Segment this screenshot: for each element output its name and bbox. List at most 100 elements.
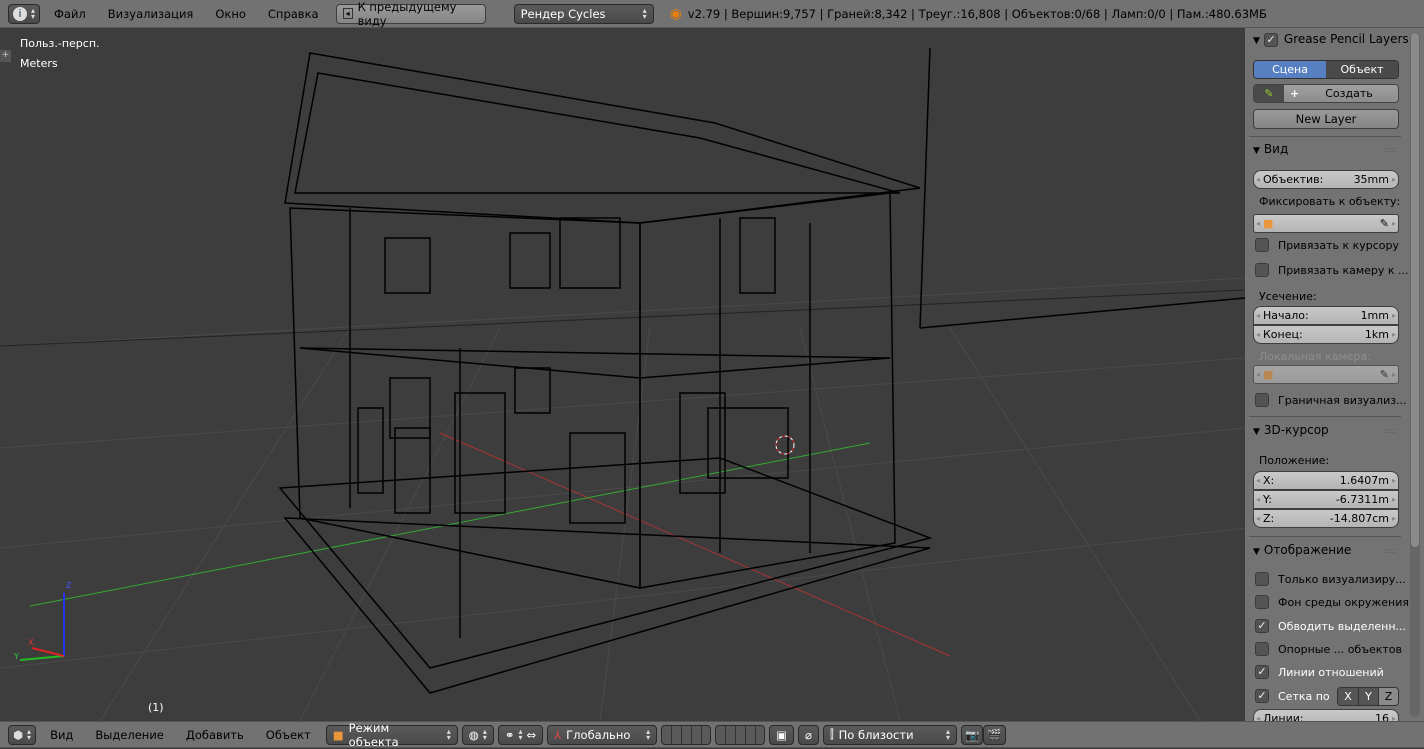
drag-handle-icon[interactable]: ::::	[1385, 546, 1396, 555]
clip-start-field[interactable]: Начало: 1mm	[1253, 306, 1399, 325]
only-render-checkbox[interactable]: Только визуализиру...	[1255, 572, 1406, 586]
y-value: -6.7311m	[1335, 493, 1389, 506]
lines-value: 16	[1375, 712, 1389, 721]
cube-icon: ■	[332, 727, 344, 742]
orientation-label: Глобально	[566, 727, 631, 742]
menu-add[interactable]: Добавить	[186, 728, 244, 742]
scene-layers-1[interactable]	[661, 724, 712, 745]
mode-label: Режим объекта	[348, 720, 399, 749]
menu-view[interactable]: Вид	[50, 728, 73, 742]
relationship-lines-checkbox[interactable]: ✓ Линии отношений	[1255, 665, 1384, 679]
3d-cursor-icon	[775, 435, 795, 455]
view-section-header[interactable]: ▼ Вид	[1253, 142, 1288, 156]
back-icon: ◂	[342, 8, 353, 19]
grease-pencil-checkbox[interactable]: ✓	[1263, 32, 1278, 47]
editor-type-button[interactable]: i ▴ ▾	[8, 3, 41, 24]
cube-icon: ■	[1263, 217, 1274, 230]
lens-field[interactable]: Объектив: 35mm	[1253, 170, 1399, 189]
tab-object[interactable]: Объект	[1326, 61, 1398, 78]
lock-cursor-checkbox[interactable]: Привязать к курсору	[1255, 238, 1399, 252]
lock-camera-checkbox[interactable]: Привязать камеру к ...	[1255, 263, 1409, 277]
viewport-scene	[0, 47, 1245, 721]
clip-end-label: Конец:	[1263, 328, 1303, 341]
cursor-section-title: 3D-курсор	[1263, 423, 1329, 437]
view-name-label: Польз.-персп.	[20, 37, 100, 50]
manipulator-icon[interactable]: ⇔	[527, 728, 537, 742]
x-label: X:	[1263, 474, 1275, 487]
editor-type-button[interactable]: ⬢ ▴ ▾	[8, 724, 37, 745]
lock-camera-label: Привязать камеру к ...	[1278, 263, 1409, 277]
display-section-header[interactable]: ▼ Отображение	[1253, 543, 1351, 557]
opengl-render-animation-button[interactable]: 🎬	[983, 724, 1006, 745]
create-label: Создать	[1325, 87, 1373, 100]
local-camera-field: ■✎	[1253, 365, 1399, 384]
outline-selected-checkbox[interactable]: ✓ Обводить выделенн...	[1255, 619, 1406, 633]
lens-label: Объектив:	[1263, 173, 1324, 186]
axis-z-toggle[interactable]: Z	[1378, 688, 1398, 705]
render-border-checkbox[interactable]: Граничная визуализ...	[1255, 393, 1407, 407]
scrollbar-thumb[interactable]	[1410, 32, 1420, 548]
world-bg-label: Фон среды окружения	[1278, 595, 1409, 609]
3d-viewport[interactable]: Польз.-персп. Meters (1) Z X Y +	[0, 28, 1245, 721]
cursor-x-field[interactable]: X: 1.6407m	[1253, 471, 1399, 490]
all-origins-checkbox[interactable]: Опорные ... объектов	[1255, 642, 1402, 656]
lock-camera-icon[interactable]: ▣	[769, 724, 795, 745]
z-label: Z:	[1263, 512, 1275, 525]
cursor-section-header[interactable]: ▼ 3D-курсор	[1253, 423, 1329, 437]
drag-handle-icon[interactable]: ::::	[1385, 426, 1396, 435]
axis-x-toggle[interactable]: X	[1338, 688, 1358, 705]
scene-stats: v2.79 | Вершин:9,757 | Граней:8,342 | Тр…	[687, 6, 1267, 21]
clip-start-label: Начало:	[1263, 309, 1309, 322]
menu-window[interactable]: Окно	[215, 7, 246, 21]
lock-cursor-label: Привязать к курсору	[1278, 238, 1400, 252]
horizon-line	[0, 289, 1245, 347]
scene-layers-2[interactable]	[715, 724, 766, 745]
grease-pencil-header[interactable]: ▼ ✓ Grease Pencil Layers	[1253, 32, 1409, 47]
menu-select[interactable]: Выделение	[95, 728, 164, 742]
transform-orientation-select[interactable]: ⅄ Глобально ▴ ▾	[547, 724, 658, 745]
create-button[interactable]: + Создать	[1284, 85, 1398, 102]
eyedropper-icon[interactable]: ✎	[1380, 217, 1389, 230]
grid-floor-checkbox[interactable]: ✓ Сетка по	[1255, 689, 1330, 703]
units-label: Meters	[20, 57, 58, 70]
drag-handle-icon[interactable]: ::::	[1385, 145, 1396, 154]
back-label: К предыдущему виду	[357, 0, 457, 28]
tab-scene[interactable]: Сцена	[1254, 61, 1326, 78]
menu-object[interactable]: Объект	[266, 728, 311, 742]
y-label: Y:	[1263, 493, 1272, 506]
new-layer-button[interactable]: New Layer	[1253, 109, 1399, 129]
info-icon: i	[13, 6, 27, 21]
view-section-title: Вид	[1263, 142, 1289, 156]
pencil-icon[interactable]: ✎	[1254, 85, 1284, 102]
cursor-z-field[interactable]: Z: -14.807cm	[1253, 509, 1399, 528]
opengl-render-image-button[interactable]: 📷	[960, 724, 984, 745]
clip-end-field[interactable]: Конец: 1km	[1253, 325, 1399, 344]
clip-label: Усечение:	[1259, 290, 1317, 303]
eyedropper-icon: ✎	[1379, 368, 1389, 381]
toolshelf-toggle[interactable]: +	[0, 50, 11, 62]
outline-label: Обводить выделенн...	[1278, 619, 1407, 633]
properties-sidebar: ▼ ✓ Grease Pencil Layers Сцена Объект ✎ + С…	[1245, 28, 1424, 721]
gizmo-x-label: X	[28, 638, 34, 647]
display-section-title: Отображение	[1263, 543, 1352, 557]
menu-file[interactable]: Файл	[54, 7, 86, 21]
grid-lines-field[interactable]: Линии: 16	[1253, 709, 1399, 721]
menu-help[interactable]: Справка	[268, 7, 319, 21]
snap-element-select[interactable]: ⫿ По близости ▴ ▾	[822, 724, 957, 745]
pivot-select[interactable]: ⚭ ▴ ▾ ⇔	[497, 724, 544, 745]
floor-grid	[0, 277, 1245, 721]
cursor-y-field[interactable]: Y: -6.7311m	[1253, 490, 1399, 509]
local-camera-label: Локальная камера:	[1259, 350, 1371, 363]
mode-select[interactable]: ■ Режим объекта ▴ ▾	[325, 721, 458, 749]
render-engine-select[interactable]: Рендер Cycles ▴ ▾	[513, 3, 654, 24]
lock-object-field[interactable]: ■✎	[1253, 214, 1399, 233]
lines-label: Линии:	[1263, 712, 1304, 721]
3d-view-header: ⬢ ▴ ▾ Вид Выделение Добавить Объект ■ Режим…	[0, 721, 1424, 749]
menu-render[interactable]: Визуализация	[108, 7, 194, 21]
grease-pencil-title: Grease Pencil Layers	[1283, 32, 1409, 46]
axis-y-toggle[interactable]: Y	[1358, 688, 1378, 705]
world-bg-checkbox[interactable]: Фон среды окружения	[1255, 595, 1409, 609]
viewport-shading-select[interactable]: ◍ ▴ ▾	[461, 724, 494, 745]
back-to-previous-button[interactable]: ◂ К предыдущему виду	[335, 0, 486, 28]
snap-toggle[interactable]: ⌀	[798, 724, 819, 745]
